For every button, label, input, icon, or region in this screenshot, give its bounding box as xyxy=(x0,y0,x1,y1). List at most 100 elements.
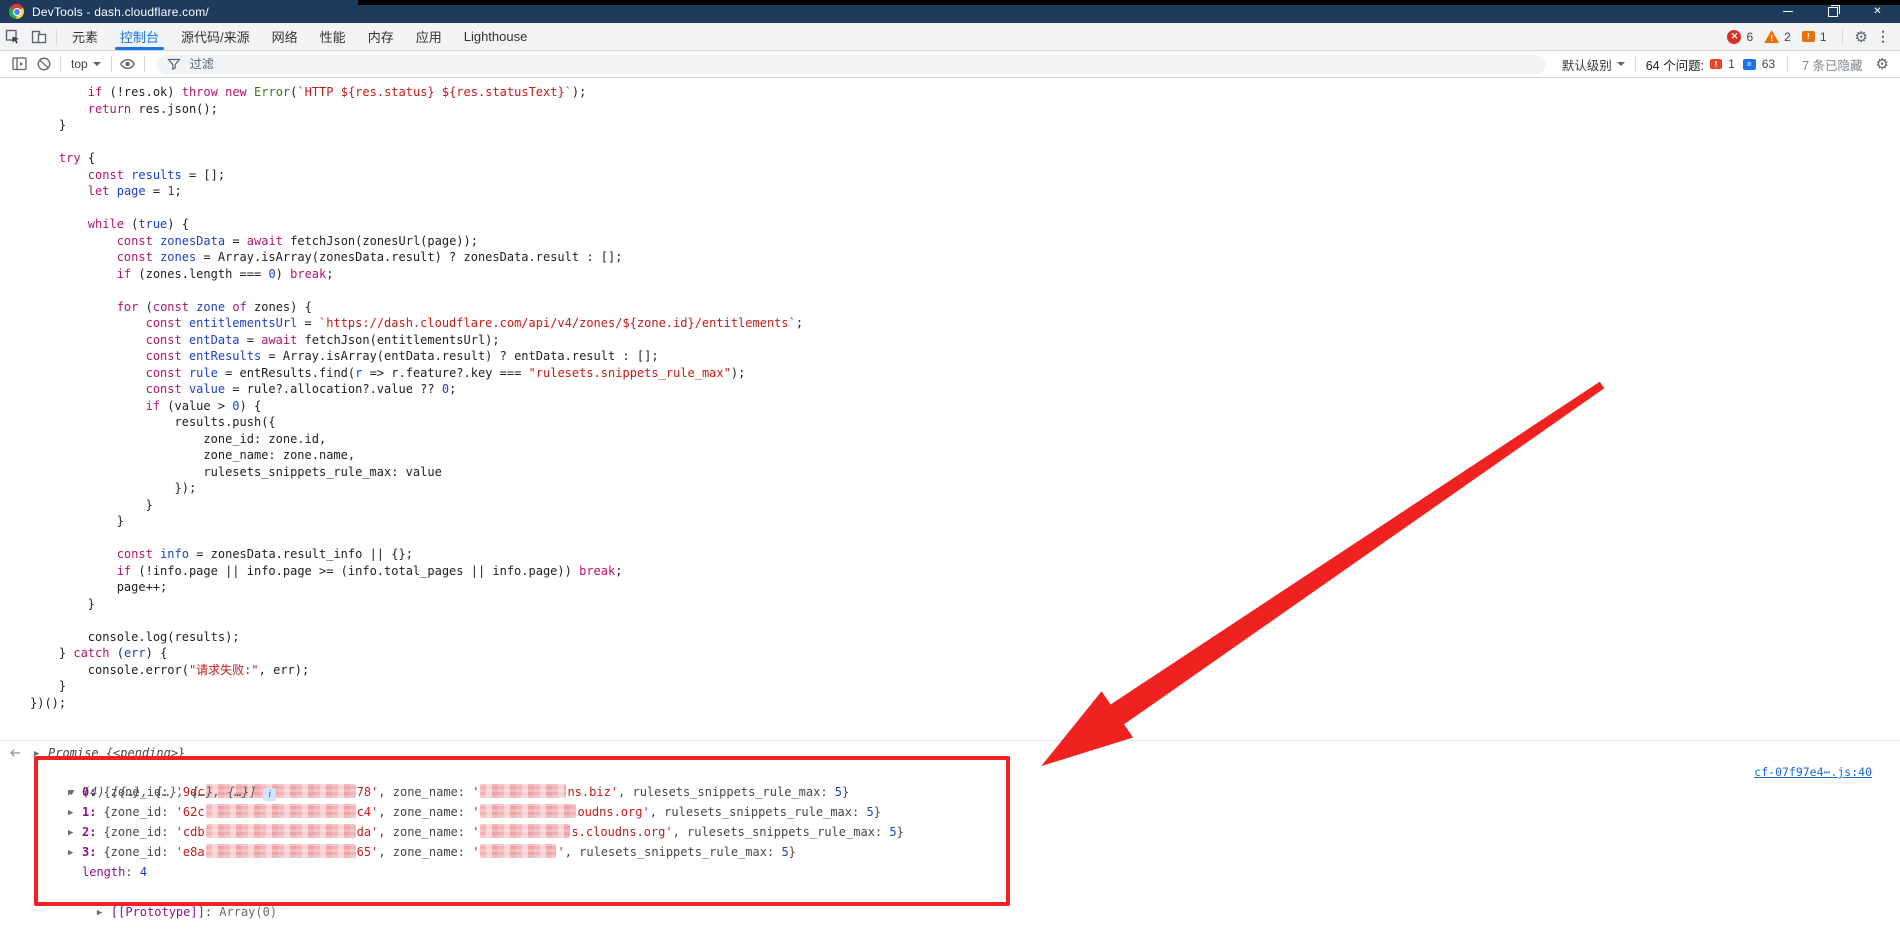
code-line: const rule = entResults.find(r => r.feat… xyxy=(30,365,1900,382)
redacted-blur xyxy=(480,824,570,838)
code-line: const entData = await fetchJson(entitlem… xyxy=(30,332,1900,349)
redacted-blur xyxy=(480,844,556,858)
array-length-row: length: 4 xyxy=(0,862,1900,882)
code-line: if (!res.ok) throw new Error(`HTTP ${res… xyxy=(30,84,1900,101)
warning-count: 2 xyxy=(1784,30,1791,44)
console-code: if (!res.ok) throw new Error(`HTTP ${res… xyxy=(0,78,1900,711)
tab-lighthouse[interactable]: Lighthouse xyxy=(453,23,539,50)
collapse-triangle-icon[interactable]: ▼ xyxy=(69,783,83,803)
code-line: }); xyxy=(30,480,1900,497)
issues-summary-label[interactable]: 64 个问题: xyxy=(1646,55,1704,74)
expand-triangle-icon[interactable]: ▶ xyxy=(68,843,82,863)
filter-input[interactable] xyxy=(188,56,1536,72)
array-preview-row[interactable]: ▼(4) [{…}, {…}, {…}, {…}]i cf-07f97e4⋯.j… xyxy=(0,762,1900,782)
code-line: if (value > 0) { xyxy=(30,398,1900,415)
divider xyxy=(1787,56,1788,72)
redacted-blur xyxy=(206,804,356,818)
redacted-blur xyxy=(480,804,576,818)
js-context-value: top xyxy=(71,57,88,71)
log-level-selector[interactable]: 默认级别 xyxy=(1562,55,1625,74)
array-item-row[interactable]: ▶2:{zone_id: 'cdbda', zone_name: 's.clou… xyxy=(0,822,1900,842)
promise-pending-value: Promise {<pending>} xyxy=(48,746,185,760)
tab-console[interactable]: 控制台 xyxy=(109,23,170,50)
tab-strip: 元素控制台源代码/来源网络性能内存应用Lighthouse xyxy=(61,23,538,50)
redacted-blur xyxy=(480,784,566,798)
hidden-messages-label[interactable]: 7 条已隐藏 xyxy=(1802,55,1862,74)
source-link[interactable]: cf-07f97e4⋯.js:40 xyxy=(1754,762,1872,782)
error-count-icon[interactable]: ✕ xyxy=(1727,30,1741,44)
more-options-icon[interactable]: ⋮ xyxy=(1876,28,1890,45)
divider xyxy=(1842,29,1843,45)
console-toolbar-right: 默认级别 64 个问题: ! 1 = 63 7 条已隐藏 ⚙ xyxy=(1562,55,1892,74)
code-line: return res.json(); xyxy=(30,101,1900,118)
array-item-row[interactable]: ▶0:{zone_id: '9dc78', zone_name: 'ns.biz… xyxy=(0,782,1900,802)
code-line: const results = []; xyxy=(30,167,1900,184)
clear-console-icon[interactable] xyxy=(32,53,56,75)
divider xyxy=(144,56,145,72)
minimize-icon xyxy=(1783,11,1793,12)
code-line xyxy=(30,612,1900,629)
inspect-element-icon[interactable] xyxy=(0,25,26,49)
code-line: let page = 1; xyxy=(30,183,1900,200)
console-row-divider xyxy=(0,740,1900,741)
important-issues-count: 1 xyxy=(1728,57,1735,71)
warning-count-icon[interactable]: ! xyxy=(1764,30,1779,43)
important-issues-icon[interactable]: ! xyxy=(1710,59,1722,69)
redacted-blur xyxy=(206,824,356,838)
chevron-down-icon xyxy=(93,62,101,70)
console-log-result: ▼(4) [{…}, {…}, {…}, {…}] i cf-07f97e4⋯.j… xyxy=(0,762,1900,902)
returned-value-row[interactable]: ▶Promise {<pending>} xyxy=(0,744,1900,762)
code-line: } xyxy=(30,117,1900,134)
prototype-key: [[Prototype]] xyxy=(111,905,205,919)
expand-triangle-icon[interactable]: ▶ xyxy=(68,803,82,823)
return-value-arrow-icon xyxy=(8,748,21,758)
code-line xyxy=(30,530,1900,547)
live-expression-eye-icon[interactable] xyxy=(116,53,140,75)
device-toolbar-icon[interactable] xyxy=(26,25,52,49)
expand-triangle-icon[interactable]: ▶ xyxy=(97,903,111,923)
console-sidebar-icon[interactable] xyxy=(8,53,32,75)
filter-pill[interactable] xyxy=(157,55,1546,74)
code-line: console.log(results); xyxy=(30,629,1900,646)
code-line: const entResults = Array.isArray(entData… xyxy=(30,348,1900,365)
tab-sources[interactable]: 源代码/来源 xyxy=(170,23,261,50)
filter-funnel-icon xyxy=(167,58,181,70)
tab-application[interactable]: 应用 xyxy=(405,23,453,50)
console-toolbar: top 默认级别 64 个问题: ! 1 = 63 7 条已隐藏 ⚙ xyxy=(0,51,1900,78)
tab-elements[interactable]: 元素 xyxy=(61,23,109,50)
tab-performance[interactable]: 性能 xyxy=(309,23,357,50)
prototype-row[interactable]: ▶[[Prototype]]: Array(0) xyxy=(0,882,1900,902)
code-line: rulesets_snippets_rule_max: value xyxy=(30,464,1900,481)
code-line: try { xyxy=(30,150,1900,167)
length-value: 4 xyxy=(140,865,147,879)
js-context-selector[interactable]: top xyxy=(65,57,107,71)
log-level-value: 默认级别 xyxy=(1562,55,1612,74)
length-key: length xyxy=(82,865,125,879)
message-issues-icon[interactable]: = xyxy=(1743,59,1756,70)
redacted-blur xyxy=(206,844,356,858)
screen-edge-strip xyxy=(358,0,1900,5)
console-settings-gear-icon[interactable]: ⚙ xyxy=(1876,55,1889,73)
array-item-row[interactable]: ▶1:{zone_id: '62cc4', zone_name: 'oudns.… xyxy=(0,802,1900,822)
code-line: console.error("请求失败:", err); xyxy=(30,662,1900,679)
chrome-logo-icon xyxy=(9,4,24,19)
expand-triangle-icon[interactable]: ▶ xyxy=(34,745,48,763)
info-icon: i xyxy=(263,788,276,801)
issues-count-icon[interactable]: ! xyxy=(1802,31,1815,42)
code-line: const value = rule?.allocation?.value ??… xyxy=(30,381,1900,398)
expand-triangle-icon[interactable]: ▶ xyxy=(68,823,82,843)
code-line: zone_id: zone.id, xyxy=(30,431,1900,448)
prototype-value: Array(0) xyxy=(219,905,277,919)
code-line: page++; xyxy=(30,579,1900,596)
settings-gear-icon[interactable]: ⚙ xyxy=(1855,28,1868,46)
tab-memory[interactable]: 内存 xyxy=(357,23,405,50)
divider xyxy=(111,56,112,72)
divider xyxy=(60,56,61,72)
array-item-row[interactable]: ▶3:{zone_id: 'e8a65', zone_name: '', rul… xyxy=(0,842,1900,862)
code-line: while (true) { xyxy=(30,216,1900,233)
tab-network[interactable]: 网络 xyxy=(261,23,309,50)
code-line: })(); xyxy=(30,695,1900,712)
result-rows: ▶0:{zone_id: '9dc78', zone_name: 'ns.biz… xyxy=(0,782,1900,862)
array-preview: (4) [{…}, {…}, {…}, {…}] xyxy=(83,785,256,799)
code-line: } xyxy=(30,596,1900,613)
